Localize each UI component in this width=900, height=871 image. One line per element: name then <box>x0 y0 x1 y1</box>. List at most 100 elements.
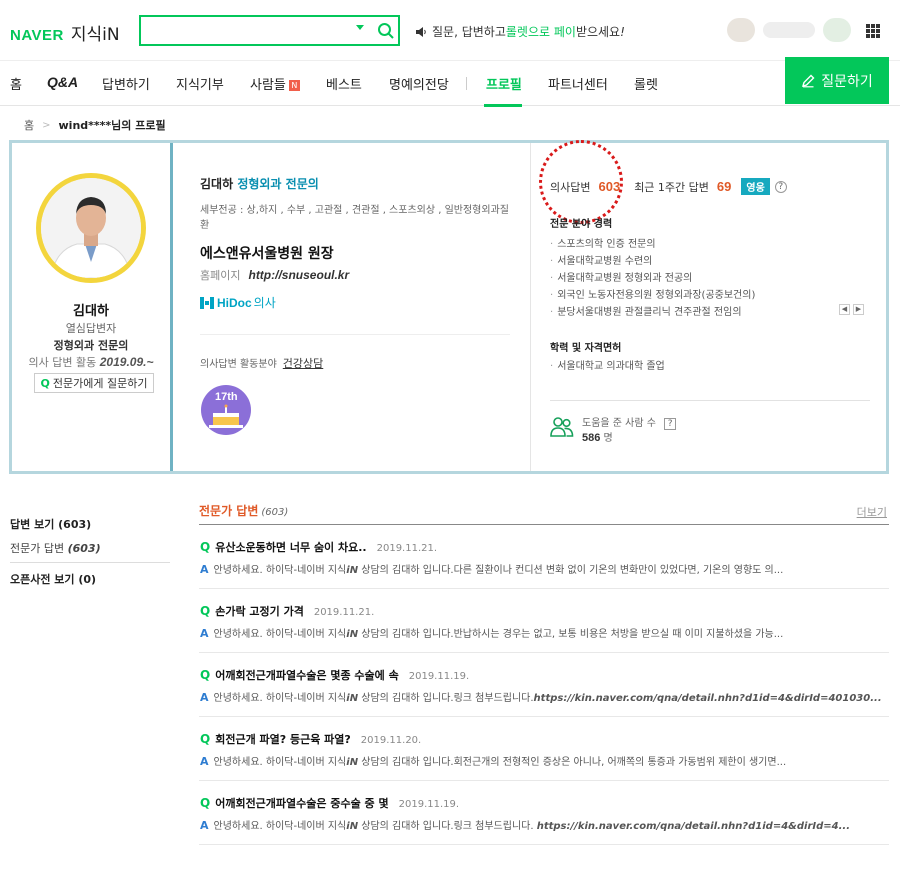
homepage-link[interactable]: http://snuseoul.kr <box>248 268 349 282</box>
list-item: 서울대학교병원 수련의 <box>550 253 870 270</box>
ask-expert-button[interactable]: Q 전문가에게 질문하기 <box>34 373 154 393</box>
question-title[interactable]: 손가락 고정기 가격 <box>215 605 304 618</box>
answer-link[interactable]: https://kin.naver.com/qna/detail.nhn?d1i… <box>534 693 882 704</box>
answer-preview[interactable]: A 안녕하세요. 하이닥-네이버 지식iN 상담의 김대하 입니다.회전근개의 전… <box>200 753 888 768</box>
list-item[interactable]: Q 어깨회전근개파열수술은 몇종 수술에 속 2019.11.19. A 안녕하세요.… <box>199 653 889 717</box>
question-title[interactable]: 어깨회전근개파열수술은 중수술 중 몇 <box>215 797 388 810</box>
weekly-answers-count: 69 <box>716 179 732 194</box>
anniversary-medal-icon[interactable]: 17th <box>201 385 251 435</box>
activity-area: 의사답변 활동분야 건강상담 <box>200 355 323 371</box>
answer-preview[interactable]: A 안녕하세요. 하이닥-네이버 지식iN 상담의 김대하 입니다.링크 첨부드립… <box>200 689 888 704</box>
hidoc-role: 의사 <box>253 296 276 310</box>
nav-partner-center[interactable]: 파트너센터 <box>548 74 608 93</box>
activity-area-link[interactable]: 건강상담 <box>283 357 323 370</box>
logo[interactable]: NAVER 지식iN <box>10 20 120 45</box>
help-icon[interactable]: ? <box>774 180 787 193</box>
question-date: 2019.11.21. <box>313 607 375 618</box>
answer-question[interactable]: Q 회전근개 파열? 등근육 파열? 2019.11.20. <box>200 731 421 747</box>
list-item: 분당서울대병원 관절클리닉 견주관절 전임의 <box>550 304 870 321</box>
expert-answers-section: 전문가 답변 (603) 더보기 Q 유산소운동하면 너무 숨이 차요.. 2019.… <box>199 500 889 845</box>
pencil-icon <box>802 74 815 87</box>
answer-preview[interactable]: A 안녕하세요. 하이닥-네이버 지식iN 상담의 김대하 입니다.반납하시는 경… <box>200 625 888 640</box>
question-title[interactable]: 회전근개 파열? 등근육 파열? <box>215 733 351 746</box>
apps-grid-icon[interactable] <box>866 24 880 38</box>
people-icon <box>550 417 574 437</box>
question-title[interactable]: 유산소운동하면 너무 숨이 차요.. <box>215 541 366 554</box>
list-item[interactable]: Q 손가락 고정기 가격 2019.11.21. A 안녕하세요. 하이닥-네이버 지… <box>199 589 889 653</box>
ask-question-button[interactable]: 질문하기 <box>785 57 889 104</box>
more-link[interactable]: 더보기 <box>857 504 887 520</box>
career-pager: ◀ ▶ <box>836 304 864 315</box>
chevron-down-icon[interactable] <box>356 25 364 30</box>
hero-badge: 영웅 <box>741 178 770 195</box>
search-input[interactable] <box>147 21 347 40</box>
activity-since-label: 의사 답변 활동 <box>28 356 100 369</box>
list-item[interactable]: Q 어깨회전근개파열수술은 중수술 중 몇 2019.11.19. A 안녕하세요. … <box>199 781 889 845</box>
q-icon: Q <box>40 376 50 390</box>
activity-since: 의사 답변 활동 2019.09.~ <box>12 354 170 370</box>
kin-in-text: iN <box>346 693 359 704</box>
list-item[interactable]: Q 유산소운동하면 너무 숨이 차요.. 2019.11.21. A 안녕하세요. 하… <box>199 525 889 589</box>
nav-active-underline <box>484 104 522 107</box>
help-icon[interactable]: ? <box>664 418 677 430</box>
promo-exclamation: ! <box>620 24 625 39</box>
user-area-blurred[interactable] <box>727 14 852 46</box>
q-icon: Q <box>200 732 211 746</box>
answer-prefix: 안녕하세요. 하이닥-네이버 지식 <box>213 821 347 832</box>
answer-preview[interactable]: A 안녕하세요. 하이닥-네이버 지식iN 상담의 김대하 입니다.링크 첨부드립… <box>200 817 888 832</box>
answer-question[interactable]: Q 손가락 고정기 가격 2019.11.21. <box>200 603 374 619</box>
sidebar-item-expert-answers[interactable]: 전문가 답변 (603) <box>10 536 170 558</box>
doctor-portrait <box>41 178 141 278</box>
nav-separator <box>466 77 467 90</box>
answer-prefix: 안녕하세요. 하이닥-네이버 지식 <box>213 757 347 768</box>
list-item[interactable]: Q 회전근개 파열? 등근육 파열? 2019.11.20. A 안녕하세요. 하이닥… <box>199 717 889 781</box>
sidebar-expert-label: 전문가 답변 <box>10 542 68 555</box>
promo-highlight: 롤렛으로 페이 <box>505 25 576 39</box>
answer-suffix: 상담의 김대하 입니다.회전근개의 전형적인 증상은 아니나, 어깨쪽의 통증과… <box>358 757 787 768</box>
search-icon[interactable] <box>376 21 396 41</box>
question-title[interactable]: 어깨회전근개파열수술은 몇종 수술에 속 <box>215 669 399 682</box>
nav-qa[interactable]: Q&A <box>47 74 78 90</box>
answer-suffix: 상담의 김대하 입니다.반납하시는 경우는 없고, 보통 비용은 처방을 받으실… <box>358 629 784 640</box>
helped-text: 도움을 준 사람 수 ? 586 명 <box>582 416 677 446</box>
answer-question[interactable]: Q 어깨회전근개파열수술은 몇종 수술에 속 2019.11.19. <box>200 667 469 683</box>
answer-suffix: 상담의 김대하 입니다.다른 질환이나 컨디션 변화 없이 기온의 변화만이 있… <box>358 565 784 576</box>
nav-rollet[interactable]: 롤렛 <box>634 74 658 93</box>
answer-question[interactable]: Q 유산소운동하면 너무 숨이 차요.. 2019.11.21. <box>200 539 437 555</box>
answer-link[interactable]: https://kin.naver.com/qna/detail.nhn?d1i… <box>537 821 850 832</box>
doctor-level: 열심답변자 <box>65 322 117 335</box>
answers-title-text: 전문가 답변 <box>199 504 259 518</box>
answer-question[interactable]: Q 어깨회전근개파열수술은 중수술 중 몇 2019.11.19. <box>200 795 459 811</box>
naver-logo[interactable]: NAVER <box>10 27 64 44</box>
homepage: 홈페이지 http://snuseoul.kr <box>200 267 349 283</box>
promo-banner[interactable]: 질문, 답변하고 롤렛으로 페이 받으세요 ! <box>416 23 625 40</box>
answer-preview[interactable]: A 안녕하세요. 하이닥-네이버 지식iN 상담의 김대하 입니다.다른 질환이나… <box>200 561 888 576</box>
nav-answer[interactable]: 답변하기 <box>102 74 150 93</box>
kin-logo[interactable]: 지식iN <box>71 20 120 45</box>
search-box <box>139 15 400 46</box>
q-icon: Q <box>200 604 211 618</box>
chevron-right-icon: > <box>42 119 51 131</box>
prev-icon[interactable]: ◀ <box>839 304 850 315</box>
answers-title: 전문가 답변 (603) <box>199 502 288 519</box>
left-sidebar: 답변 보기 (603) 전문가 답변 (603) 오픈사전 보기 (0) <box>10 516 170 591</box>
nav-donation[interactable]: 지식기부 <box>176 74 224 93</box>
breadcrumb-home[interactable]: 홈 <box>24 117 34 133</box>
nav-home[interactable]: 홈 <box>10 74 22 93</box>
medal-text: 17th <box>215 391 238 403</box>
nav-profile[interactable]: 프로필 <box>486 74 522 93</box>
hidoc-badge[interactable]: HiDoc 의사 <box>200 294 276 311</box>
sidebar-item-answers[interactable]: 답변 보기 (603) <box>10 516 170 536</box>
question-date: 2019.11.19. <box>408 671 470 682</box>
answer-suffix: 상담의 김대하 입니다.링크 첨부드립니다. <box>358 821 537 832</box>
nav-hall-of-fame[interactable]: 명예의전당 <box>389 74 449 93</box>
nav-people[interactable]: 사람들 N <box>250 74 300 93</box>
q-icon: Q <box>200 668 211 682</box>
promo-prefix: 질문, 답변하고 <box>432 25 506 39</box>
nav-best[interactable]: 베스트 <box>326 74 362 93</box>
hospital-name: 에스앤유서울병원 원장 <box>200 246 334 262</box>
breadcrumb: 홈 > wind**** 님의 프로필 <box>24 117 166 133</box>
nav-people-label: 사람들 <box>250 78 286 93</box>
next-icon[interactable]: ▶ <box>853 304 864 315</box>
sidebar-item-open-dictionary[interactable]: 오픈사전 보기 (0) <box>10 571 170 591</box>
